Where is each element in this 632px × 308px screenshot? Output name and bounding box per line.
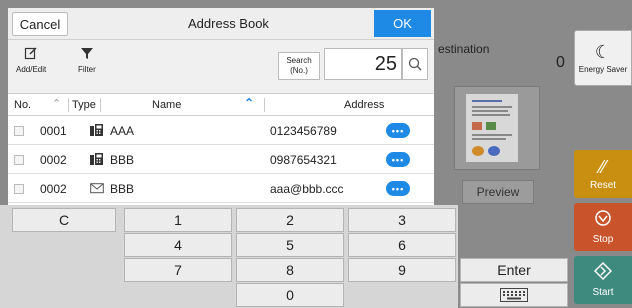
moon-icon: ☾ <box>594 41 612 62</box>
reset-button[interactable]: ⁄⁄ Reset <box>574 150 632 198</box>
start-icon <box>593 261 613 283</box>
fax-icon <box>90 124 103 136</box>
key-6[interactable]: 6 <box>348 233 456 257</box>
column-header-type[interactable]: Type <box>72 99 96 111</box>
reset-label: Reset <box>589 179 617 191</box>
key-9[interactable]: 9 <box>348 258 456 282</box>
numeric-keypad: C 1 2 3 4 5 6 7 8 9 0 <box>0 205 458 308</box>
filter-button[interactable]: Filter <box>78 46 96 74</box>
enter-button[interactable]: Enter <box>460 258 568 282</box>
sort-up-icon[interactable]: ⌃ <box>52 97 61 110</box>
search-icon <box>408 57 422 71</box>
destination-label: estination <box>438 42 490 56</box>
document-thumbnail <box>466 94 518 162</box>
row-checkbox[interactable] <box>14 155 24 165</box>
dialog-titlebar: Cancel Address Book OK <box>8 8 434 40</box>
key-0[interactable]: 0 <box>236 283 344 307</box>
column-header-address: Address <box>344 99 385 111</box>
add-edit-label: Add/Edit <box>16 65 47 74</box>
row-address: 0987654321 <box>270 153 337 167</box>
search-number-input[interactable]: 25 <box>324 48 402 80</box>
row-checkbox[interactable] <box>14 184 24 194</box>
more-options-button[interactable]: ••• <box>386 152 410 167</box>
row-name: AAA <box>110 124 135 138</box>
destination-count: 0 <box>556 54 565 71</box>
energy-saver-button[interactable]: ☾ Energy Saver <box>574 30 632 86</box>
row-number: 0002 <box>40 182 67 196</box>
key-2[interactable]: 2 <box>236 208 344 232</box>
row-name: BBB <box>110 153 135 167</box>
filter-label: Filter <box>78 65 96 74</box>
search-button[interactable] <box>402 48 428 80</box>
key-7[interactable]: 7 <box>124 258 232 282</box>
row-address: 0123456789 <box>270 124 337 138</box>
table-row[interactable]: 0002 BBB aaa@bbb.ccc ••• <box>8 174 434 203</box>
row-checkbox[interactable] <box>14 126 24 136</box>
start-label: Start <box>592 287 614 298</box>
key-3[interactable]: 3 <box>348 208 456 232</box>
column-header-name[interactable]: Name <box>152 99 181 111</box>
energy-saver-label: Energy Saver <box>578 64 628 74</box>
key-4[interactable]: 4 <box>124 233 232 257</box>
dialog-title: Address Book <box>188 16 269 31</box>
row-number: 0002 <box>40 153 67 167</box>
key-5[interactable]: 5 <box>236 233 344 257</box>
key-clear[interactable]: C <box>12 208 116 232</box>
more-options-button[interactable]: ••• <box>386 123 410 138</box>
table-header: No. ⌃ Type Name ⌃ Address <box>8 94 434 116</box>
row-address: aaa@bbb.ccc <box>270 182 344 196</box>
preview-button[interactable]: Preview <box>462 180 534 204</box>
fax-icon <box>90 153 103 165</box>
column-header-no[interactable]: No. <box>14 99 31 111</box>
search-number-button[interactable]: Search (No.) <box>278 52 320 80</box>
key-1[interactable]: 1 <box>124 208 232 232</box>
add-edit-icon <box>24 46 38 62</box>
column-divider <box>100 98 101 112</box>
more-options-button[interactable]: ••• <box>386 181 410 196</box>
stop-icon <box>594 209 612 230</box>
sort-active-icon[interactable]: ⌃ <box>244 96 254 110</box>
table-row[interactable]: 0001 AAA 0123456789 ••• <box>8 116 434 145</box>
filter-icon <box>80 46 94 62</box>
ok-button[interactable]: OK <box>374 10 431 37</box>
address-book-toolbar: Add/Edit Filter Search (No.) 25 <box>8 40 434 94</box>
row-name: BBB <box>110 182 135 196</box>
add-edit-button[interactable]: Add/Edit <box>16 46 46 74</box>
key-8[interactable]: 8 <box>236 258 344 282</box>
row-number: 0001 <box>40 124 67 138</box>
stop-label: Stop <box>592 234 614 245</box>
start-button[interactable]: Start <box>574 256 632 304</box>
reset-icon: ⁄⁄ <box>599 156 606 177</box>
column-divider <box>264 98 265 112</box>
mail-icon <box>90 183 104 194</box>
stop-button[interactable]: Stop <box>574 203 632 251</box>
address-book-dialog: Cancel Address Book OK Add/Edit Filter S… <box>8 8 434 205</box>
column-divider <box>68 98 69 112</box>
table-row[interactable]: 0002 BBB 0987654321 ••• <box>8 145 434 174</box>
cancel-button[interactable]: Cancel <box>12 12 68 36</box>
keyboard-button[interactable] <box>460 283 568 307</box>
keyboard-icon <box>500 288 528 302</box>
